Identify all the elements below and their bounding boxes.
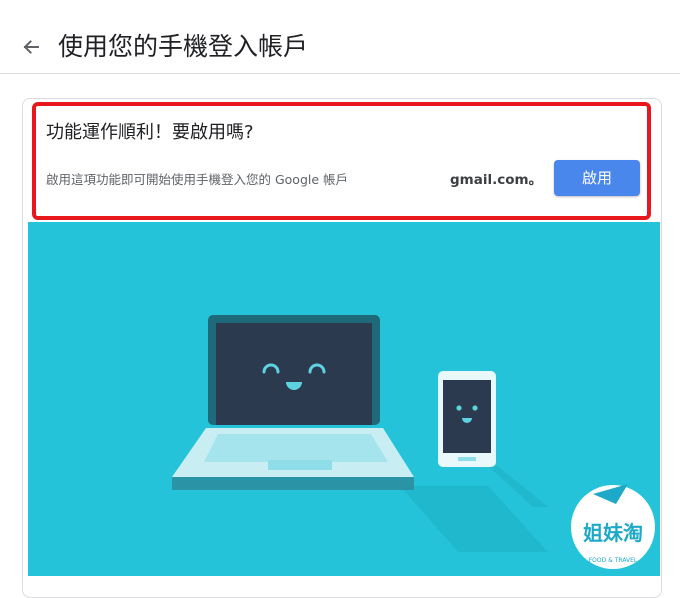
arrow-left-icon xyxy=(23,40,39,54)
back-button[interactable] xyxy=(14,30,48,64)
enable-promo-banner: 功能運作順利！要啟用嗎? 啟用這項功能即可開始使用手機登入您的 Google 帳… xyxy=(32,102,651,220)
page-title: 使用您的手機登入帳戶 xyxy=(58,32,309,61)
watermark-logo-text: 姐妹淘 xyxy=(583,521,643,545)
promo-description: 啟用這項功能即可開始使用手機登入您的 Google 帳戶 xyxy=(46,172,349,187)
watermark-sub-text: FOOD & TRAVEL xyxy=(589,557,638,564)
watermark-logo: 姐妹淘 FOOD & TRAVEL xyxy=(571,484,655,569)
phone-illustration xyxy=(438,371,496,467)
laptop-illustration xyxy=(172,315,414,490)
enable-button[interactable]: 啟用 xyxy=(554,160,640,196)
promo-title: 功能運作順利！要啟用嗎? xyxy=(46,122,254,143)
page-header: 使用您的手機登入帳戶 xyxy=(0,0,680,74)
account-email: gmail.com。 xyxy=(450,172,543,188)
devices-illustration: 姐妹淘 FOOD & TRAVEL xyxy=(28,222,660,576)
